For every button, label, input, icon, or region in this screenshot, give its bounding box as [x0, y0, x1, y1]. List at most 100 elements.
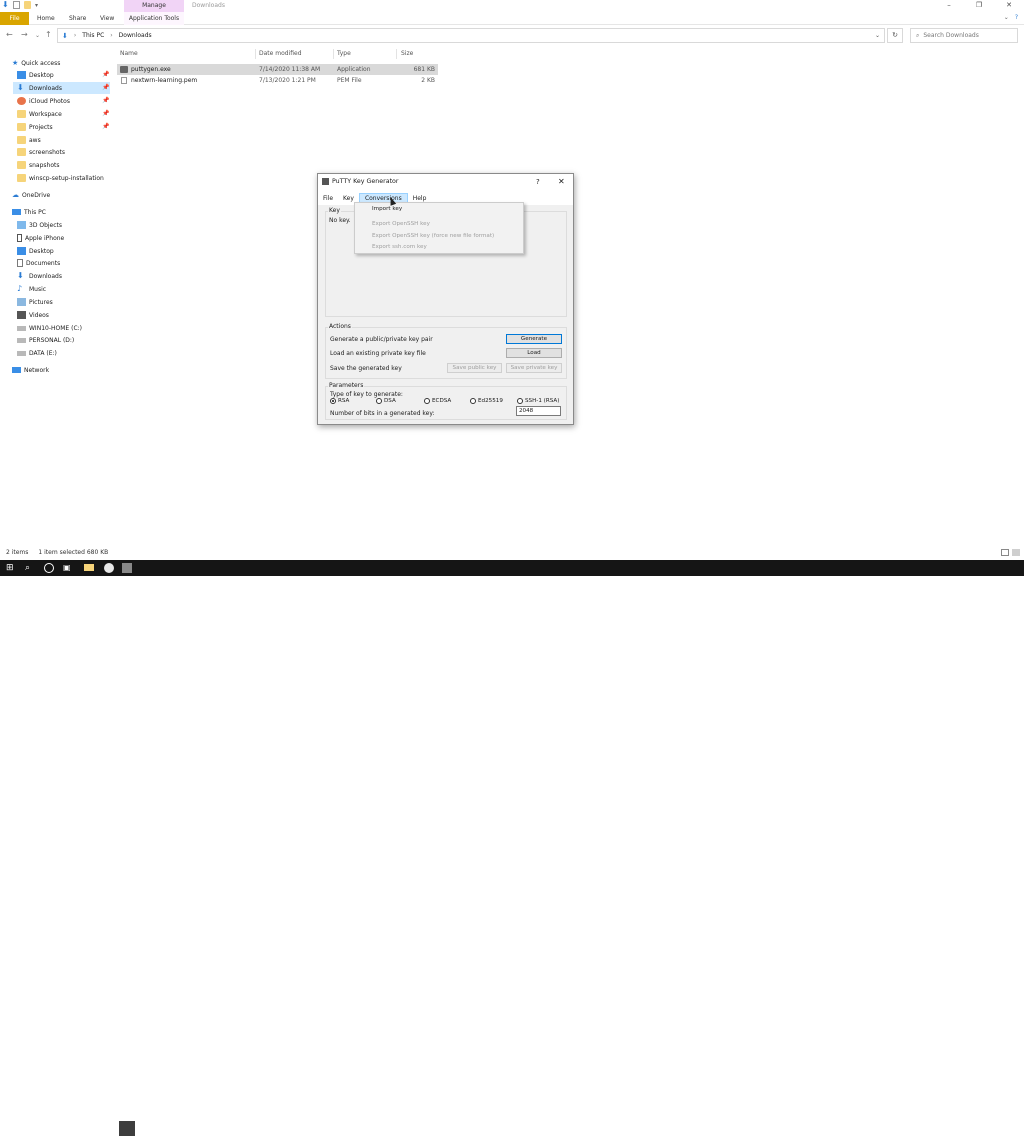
search-input[interactable]: ⌕ Search Downloads: [910, 28, 1018, 43]
conversions-dropdown: Import key Export OpenSSH key Export Ope…: [354, 202, 524, 254]
sidebar-onedrive[interactable]: ☁ OneDrive: [12, 189, 50, 201]
sidebar-item-pictures[interactable]: Pictures: [17, 296, 53, 308]
close-button[interactable]: ✕: [994, 0, 1024, 11]
tab-view[interactable]: View: [100, 12, 114, 25]
file-row[interactable]: nextwrn-learning.pem 7/13/2020 1:21 PM P…: [117, 75, 438, 86]
forward-arrow-icon[interactable]: →: [21, 30, 28, 39]
tab-home[interactable]: Home: [37, 12, 55, 25]
sidebar-item-downloads[interactable]: ⬇ Downloads: [13, 82, 110, 94]
recent-locations-icon[interactable]: ⌄: [35, 32, 40, 39]
sidebar-item-winscp[interactable]: winscp-setup-installation: [17, 172, 104, 184]
column-header-date[interactable]: Date modified: [259, 50, 302, 57]
sidebar-item-screenshots[interactable]: screenshots: [17, 146, 65, 158]
file-type: PEM File: [337, 77, 362, 84]
menu-file[interactable]: File: [318, 193, 338, 204]
minimize-button[interactable]: –: [934, 0, 964, 11]
download-arrow-icon[interactable]: ⬇: [2, 1, 9, 9]
up-arrow-icon[interactable]: ↑: [45, 30, 52, 39]
sidebar-item-3d-objects[interactable]: 3D Objects: [17, 219, 62, 231]
sidebar-item-projects[interactable]: Projects: [17, 121, 53, 133]
sidebar-item-label: iCloud Photos: [29, 97, 70, 105]
downloads-icon: ⬇: [62, 31, 68, 40]
column-divider[interactable]: [396, 49, 397, 59]
chrome-icon[interactable]: [104, 563, 114, 573]
customize-qa-icon[interactable]: ▾: [35, 2, 38, 9]
column-header-size[interactable]: Size: [401, 50, 413, 57]
address-bar[interactable]: ⬇ › This PC › Downloads ⌄: [57, 28, 885, 43]
task-view-icon[interactable]: ▣: [63, 563, 73, 573]
maximize-button[interactable]: ❐: [964, 0, 994, 11]
address-dropdown-icon[interactable]: ⌄: [875, 32, 880, 39]
column-divider[interactable]: [333, 49, 334, 59]
key-group-label: Key: [328, 207, 341, 214]
load-button[interactable]: Load: [506, 348, 562, 358]
sidebar-item-videos[interactable]: Videos: [17, 309, 49, 321]
radio-indicator: [517, 398, 523, 404]
radio-dsa[interactable]: DSA: [376, 398, 396, 404]
sidebar-item-drive-e[interactable]: DATA (E:): [17, 347, 57, 359]
save-public-key-button[interactable]: Save public key: [447, 363, 502, 373]
sidebar-item-icloud-photos[interactable]: iCloud Photos: [17, 95, 70, 107]
menu-export-openssh-new[interactable]: Export OpenSSH key (force new file forma…: [372, 233, 494, 239]
generate-button[interactable]: Generate: [506, 334, 562, 344]
file-explorer-icon[interactable]: [84, 564, 94, 571]
radio-ssh1-rsa[interactable]: SSH-1 (RSA): [517, 398, 559, 404]
generate-label: Generate a public/private key pair: [330, 336, 433, 343]
title-bar: ⬇ ▾ Manage Downloads – ❐ ✕: [0, 0, 1024, 12]
properties-icon[interactable]: [13, 1, 20, 9]
help-icon[interactable]: ?: [1015, 14, 1018, 21]
large-icons-view-icon[interactable]: [1012, 549, 1020, 556]
file-row[interactable]: puttygen.exe 7/14/2020 11:38 AM Applicat…: [117, 64, 438, 75]
dialog-close-button[interactable]: ✕: [558, 177, 565, 186]
column-header-type[interactable]: Type: [337, 50, 351, 57]
sidebar-this-pc[interactable]: This PC: [12, 206, 46, 218]
search-icon[interactable]: ⌕: [25, 563, 35, 573]
windows-start-icon[interactable]: ⊞: [6, 563, 16, 573]
window-title: Downloads: [192, 2, 225, 9]
sidebar-item-drive-d[interactable]: PERSONAL (D:): [17, 334, 74, 346]
radio-rsa[interactable]: RSA: [330, 398, 349, 404]
new-folder-icon[interactable]: [24, 1, 31, 9]
folder-icon: [17, 123, 26, 131]
sidebar-item-pc-downloads[interactable]: ⬇ Downloads: [17, 270, 62, 282]
sidebar-item-pc-desktop[interactable]: Desktop: [17, 245, 54, 257]
sidebar-item-label: aws: [29, 136, 41, 144]
refresh-button[interactable]: ↻: [887, 28, 903, 43]
menu-export-sshcom[interactable]: Export ssh.com key: [372, 244, 427, 250]
menu-import-key[interactable]: Import key: [372, 206, 402, 212]
save-private-key-button[interactable]: Save private key: [506, 363, 562, 373]
bits-input[interactable]: 2048: [516, 406, 561, 416]
sidebar-item-workspace[interactable]: Workspace: [17, 108, 62, 120]
sidebar-quick-access[interactable]: ★ Quick access: [12, 57, 60, 69]
tab-share[interactable]: Share: [69, 12, 86, 25]
sidebar-item-aws[interactable]: aws: [17, 134, 41, 146]
breadcrumb-this-pc[interactable]: This PC: [82, 32, 104, 39]
help-button[interactable]: ?: [536, 178, 540, 186]
taskbar: ⊞ ⌕ ▣: [0, 560, 1024, 1136]
puttygen-taskbar-icon[interactable]: [122, 563, 132, 573]
radio-ecdsa[interactable]: ECDSA: [424, 398, 451, 404]
sidebar-item-drive-c[interactable]: WIN10-HOME (C:): [17, 322, 82, 334]
manage-context-tab[interactable]: Manage: [124, 0, 184, 12]
radio-label: DSA: [384, 398, 396, 404]
sidebar-item-label: DATA (E:): [29, 349, 57, 357]
back-arrow-icon[interactable]: ←: [6, 30, 13, 39]
column-divider[interactable]: [255, 49, 256, 59]
sidebar-item-apple-iphone[interactable]: Apple iPhone: [17, 232, 64, 244]
details-view-icon[interactable]: [1001, 549, 1009, 556]
sidebar-item-snapshots[interactable]: snapshots: [17, 159, 60, 171]
sidebar-item-desktop[interactable]: Desktop: [17, 69, 54, 81]
sidebar-item-music[interactable]: ♪ Music: [17, 283, 46, 295]
sidebar-item-documents[interactable]: Documents: [17, 257, 60, 269]
tab-application-tools[interactable]: Application Tools: [124, 12, 184, 25]
column-header-name[interactable]: Name: [120, 50, 138, 57]
folder-icon: [17, 110, 26, 118]
breadcrumb-downloads[interactable]: Downloads: [119, 32, 152, 39]
expand-ribbon-icon[interactable]: ⌄: [1004, 14, 1009, 21]
sidebar-network[interactable]: Network: [12, 364, 49, 376]
cortana-icon[interactable]: [44, 563, 54, 573]
tab-file[interactable]: File: [0, 12, 29, 25]
radio-ed25519[interactable]: Ed25519: [470, 398, 503, 404]
menu-export-openssh[interactable]: Export OpenSSH key: [372, 221, 430, 227]
puttygen-icon: [322, 178, 329, 185]
